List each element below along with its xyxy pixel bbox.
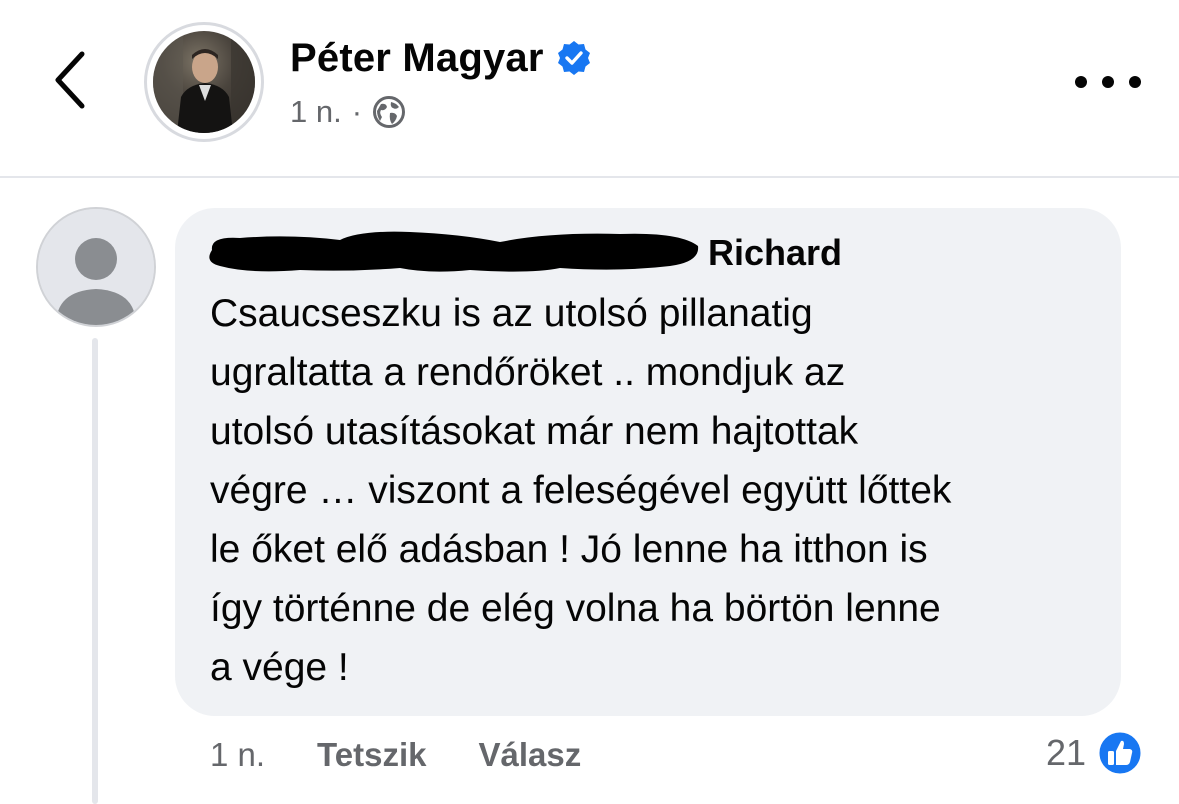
like-reaction-icon: [1096, 729, 1144, 777]
default-user-icon: [38, 209, 154, 325]
post-header: Péter Magyar 1 n. ·: [0, 0, 1179, 178]
redaction-mark: [209, 231, 699, 272]
more-dot-icon: [1129, 76, 1141, 88]
reaction-summary[interactable]: 21: [1046, 728, 1144, 778]
comment-author[interactable]: Richard: [708, 232, 842, 274]
post-time[interactable]: 1 n.: [290, 94, 342, 130]
reaction-count: 21: [1046, 732, 1087, 773]
page-title[interactable]: Péter Magyar: [290, 36, 544, 81]
comment-time[interactable]: 1 n.: [210, 736, 265, 774]
page-avatar[interactable]: [144, 22, 264, 142]
more-dot-icon: [1102, 76, 1114, 88]
more-options-button[interactable]: [1075, 62, 1141, 102]
commenter-avatar[interactable]: [36, 207, 156, 327]
globe-icon: [373, 96, 406, 128]
person-photo-icon: [153, 31, 255, 133]
post-meta: 1 n. ·: [290, 92, 406, 132]
more-dot-icon: [1075, 76, 1087, 88]
verified-badge-icon: [557, 41, 590, 75]
comment-actions: 1 n. Tetszik Válasz: [210, 730, 581, 780]
reply-button[interactable]: Válasz: [478, 736, 581, 774]
thread-line: [92, 338, 98, 804]
page-avatar-photo: [153, 31, 255, 133]
chevron-left-icon: [55, 51, 85, 109]
comment-body: Csaucseszku is az utolsó pillanatig ugra…: [210, 292, 952, 689]
meta-separator: ·: [351, 94, 363, 129]
like-button[interactable]: Tetszik: [317, 736, 426, 774]
title-row: Péter Magyar: [290, 30, 592, 86]
back-button[interactable]: [40, 45, 100, 115]
